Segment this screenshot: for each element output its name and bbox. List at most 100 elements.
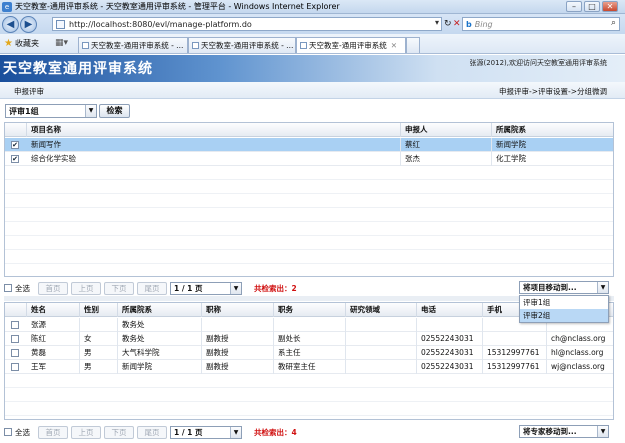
empty-row bbox=[5, 388, 613, 402]
table-row[interactable]: ✔ 新闻写作 蔡红 新闻学院 bbox=[5, 138, 613, 152]
expert-name: 王军 bbox=[27, 360, 80, 374]
header-checkbox-col bbox=[5, 303, 27, 317]
select-all-checkbox[interactable] bbox=[4, 284, 12, 292]
select-all-checkbox[interactable] bbox=[4, 428, 12, 436]
dropdown-option-group1[interactable]: 评审1组 bbox=[520, 296, 608, 309]
tab-1[interactable]: 天空教室-通用评审系统 - ... bbox=[78, 37, 188, 53]
search-icon[interactable]: ⌕ bbox=[611, 18, 616, 28]
table-row[interactable]: 陈红 女 教务处 副教授 副处长 02552243031 ch@nclass.o… bbox=[5, 332, 613, 346]
expert-title: 副教授 bbox=[202, 346, 274, 360]
first-page-button[interactable]: 首页 bbox=[38, 281, 68, 295]
tab-label: 天空教室-通用评审系统 - ... bbox=[201, 41, 294, 50]
page-select-value: 1 / 1 页 bbox=[174, 427, 203, 437]
row-checkbox[interactable] bbox=[11, 363, 19, 371]
chevron-down-icon[interactable]: ▼ bbox=[230, 426, 241, 438]
chevron-down-icon[interactable]: ▼ bbox=[597, 282, 608, 293]
result-count: 共检索出：2 bbox=[254, 283, 297, 293]
move-project-select[interactable]: 将项目移动到... ▼ bbox=[519, 281, 609, 294]
minimize-button[interactable]: – bbox=[566, 1, 582, 12]
welcome-text: 张源(2012),欢迎访问天空教室通用评审系统 bbox=[469, 59, 607, 67]
project-name: 新闻写作 bbox=[27, 138, 401, 152]
expert-email: wj@nclass.org bbox=[551, 362, 605, 371]
last-page-button[interactable]: 尾页 bbox=[137, 281, 167, 295]
close-window-button[interactable]: ✕ bbox=[602, 1, 618, 12]
project-dept: 化工学院 bbox=[496, 154, 526, 163]
next-page-button[interactable]: 下页 bbox=[104, 425, 134, 439]
group-select[interactable]: 评审1组 ▼ bbox=[5, 104, 97, 118]
col-gender: 性别 bbox=[80, 303, 118, 317]
favorites-label[interactable]: 收藏夹 bbox=[15, 38, 39, 49]
move-project-dropdown[interactable]: 评审1组 评审2组 bbox=[519, 295, 609, 323]
row-checkbox[interactable]: ✔ bbox=[11, 141, 19, 149]
move-expert-select[interactable]: 将专家移动到... ▼ bbox=[519, 425, 609, 438]
window-title: 天空教室-通用评审系统 - 天空教室通用评审系统 - 管理平台 - Window… bbox=[15, 2, 340, 11]
search-input[interactable]: b Bing ⌕ bbox=[462, 17, 620, 31]
empty-row bbox=[5, 402, 613, 416]
empty-row bbox=[5, 374, 613, 388]
col-field: 研究领域 bbox=[346, 303, 417, 317]
stop-icon[interactable]: ✕ bbox=[453, 18, 461, 30]
refresh-icon[interactable]: ↻ bbox=[444, 18, 452, 30]
prev-page-button[interactable]: 上页 bbox=[71, 281, 101, 295]
chevron-down-icon[interactable]: ▼ bbox=[230, 282, 241, 294]
expert-field bbox=[346, 346, 417, 360]
next-page-button[interactable]: 下页 bbox=[104, 281, 134, 295]
col-position: 职务 bbox=[274, 303, 346, 317]
expert-email: ch@nclass.org bbox=[551, 334, 606, 343]
star-icon: ★ bbox=[4, 38, 13, 49]
projects-pager: 全选 首页 上页 下页 尾页 1 / 1 页 ▼ 共检索出：2 bbox=[4, 280, 334, 296]
expert-phone: 02552243031 bbox=[417, 332, 483, 346]
empty-row bbox=[5, 236, 613, 250]
tab-label: 天空教室-通用评审系统 bbox=[309, 41, 387, 50]
empty-row bbox=[5, 166, 613, 180]
url-text: http://localhost:8080/evl/manage-platfor… bbox=[69, 19, 252, 29]
chevron-down-icon[interactable]: ▾ bbox=[435, 18, 439, 27]
projects-header: 项目名称 申报人 所属院系 bbox=[5, 123, 613, 137]
row-checkbox[interactable] bbox=[11, 335, 19, 343]
expert-field bbox=[346, 332, 417, 346]
tab-2[interactable]: 天空教室-通用评审系统 - ... bbox=[188, 37, 296, 53]
maximize-button[interactable]: □ bbox=[584, 1, 600, 12]
address-toolbar: ◀ ▶ http://localhost:8080/evl/manage-pla… bbox=[0, 14, 625, 34]
forward-arrow-icon[interactable]: ▶ bbox=[20, 15, 37, 33]
expert-mobile bbox=[483, 332, 547, 346]
select-all-label: 全选 bbox=[15, 283, 30, 293]
close-tab-icon[interactable]: ✕ bbox=[391, 41, 397, 50]
tab-3-active[interactable]: 天空教室-通用评审系统 ✕ bbox=[296, 37, 406, 53]
expert-field bbox=[346, 318, 417, 332]
dropdown-option-group2[interactable]: 评审2组 bbox=[520, 309, 608, 322]
back-arrow-icon[interactable]: ◀ bbox=[2, 15, 19, 33]
first-page-button[interactable]: 首页 bbox=[38, 425, 68, 439]
breadcrumb: 申报评审->评审设置->分组微调 bbox=[499, 87, 607, 96]
app-title: 天空教室通用评审系统 bbox=[3, 61, 153, 77]
search-button[interactable]: 检索 bbox=[99, 104, 130, 118]
page-label: 申报评审 bbox=[14, 87, 44, 96]
table-row[interactable]: 黄磊 男 大气科学院 副教授 系主任 02552243031 153129977… bbox=[5, 346, 613, 360]
window-titlebar: e 天空教室-通用评审系统 - 天空教室通用评审系统 - 管理平台 - Wind… bbox=[0, 0, 625, 14]
page-select[interactable]: 1 / 1 页 ▼ bbox=[170, 425, 242, 439]
table-row[interactable]: 王军 男 新闻学院 副教授 教研室主任 02552243031 15312997… bbox=[5, 360, 613, 374]
expert-position bbox=[274, 318, 346, 332]
row-checkbox[interactable]: ✔ bbox=[11, 155, 19, 163]
chevron-down-icon[interactable]: ▼ bbox=[85, 105, 96, 117]
bing-logo-icon: b bbox=[466, 19, 472, 29]
expert-name: 黄磊 bbox=[27, 346, 80, 360]
page-select[interactable]: 1 / 1 页 ▼ bbox=[170, 281, 242, 295]
table-row[interactable]: ✔ 综合化学实验 张杰 化工学院 bbox=[5, 152, 613, 166]
quick-tabs-icon[interactable]: ▦▾ bbox=[55, 38, 68, 48]
row-checkbox[interactable] bbox=[11, 349, 19, 357]
select-all-label: 全选 bbox=[15, 427, 30, 437]
last-page-button[interactable]: 尾页 bbox=[137, 425, 167, 439]
col-project-name: 项目名称 bbox=[27, 123, 401, 137]
expert-email: hl@nclass.org bbox=[551, 348, 604, 357]
col-applicant: 申报人 bbox=[401, 123, 492, 137]
expert-gender: 男 bbox=[80, 346, 118, 360]
expert-phone bbox=[417, 318, 483, 332]
prev-page-button[interactable]: 上页 bbox=[71, 425, 101, 439]
address-input[interactable]: http://localhost:8080/evl/manage-platfor… bbox=[52, 17, 442, 31]
chevron-down-icon[interactable]: ▼ bbox=[597, 426, 608, 437]
row-checkbox[interactable] bbox=[11, 321, 19, 329]
project-name: 综合化学实验 bbox=[27, 152, 401, 166]
new-tab-button[interactable] bbox=[406, 37, 420, 53]
move-expert-label: 将专家移动到... bbox=[523, 427, 577, 436]
